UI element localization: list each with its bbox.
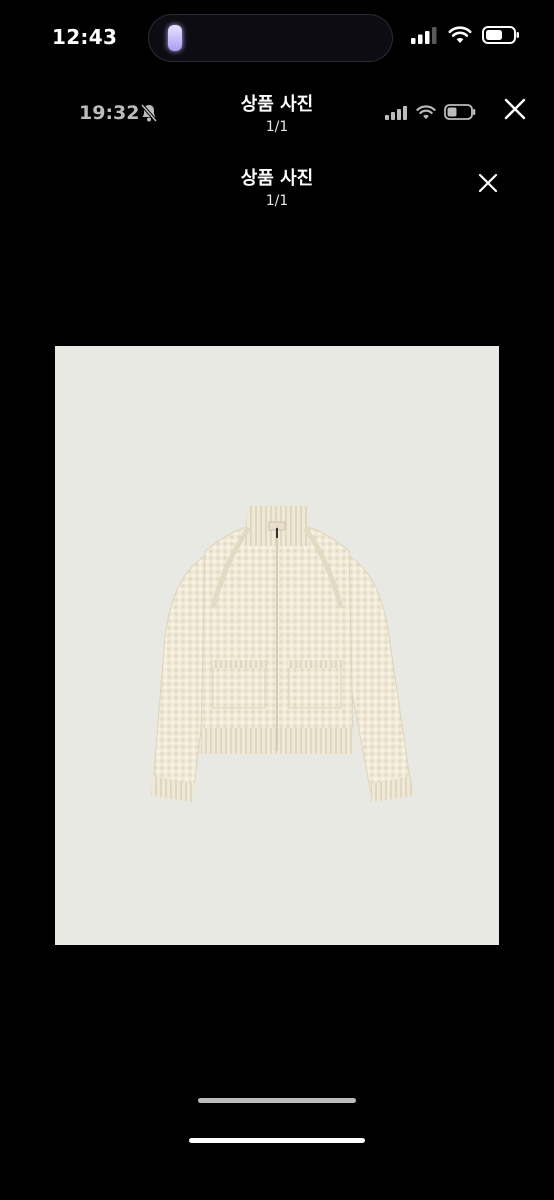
photo-counter: 1/1 <box>265 119 289 135</box>
cardigan-illustration <box>151 506 413 802</box>
wifi-icon <box>448 26 472 43</box>
flashlight-indicator-icon <box>168 25 182 51</box>
inner-status-time: 19:32 <box>79 102 140 124</box>
product-photo[interactable] <box>55 346 499 945</box>
status-time: 12:43 <box>52 25 118 49</box>
close-icon <box>478 173 498 193</box>
page-title: 상품 사진 <box>240 168 314 189</box>
battery-icon <box>444 104 476 120</box>
cellular-signal-icon <box>385 105 407 120</box>
wifi-icon <box>416 104 436 119</box>
dynamic-island <box>148 14 393 62</box>
home-indicator[interactable] <box>189 1138 365 1143</box>
home-indicator-inner <box>198 1098 356 1103</box>
close-button-inner[interactable] <box>499 93 531 125</box>
close-icon <box>504 98 526 120</box>
inner-status-icons <box>384 104 476 120</box>
page-title: 상품 사진 <box>240 94 314 115</box>
close-button[interactable] <box>472 167 504 199</box>
photo-counter: 1/1 <box>265 193 289 209</box>
cellular-signal-icon <box>411 27 437 44</box>
battery-icon <box>482 26 519 44</box>
bell-slash-icon <box>140 103 158 123</box>
status-icons <box>410 26 520 44</box>
viewer-header: 상품 사진 1/1 <box>187 168 367 210</box>
viewer-header-inner: 상품 사진 1/1 <box>187 94 367 136</box>
